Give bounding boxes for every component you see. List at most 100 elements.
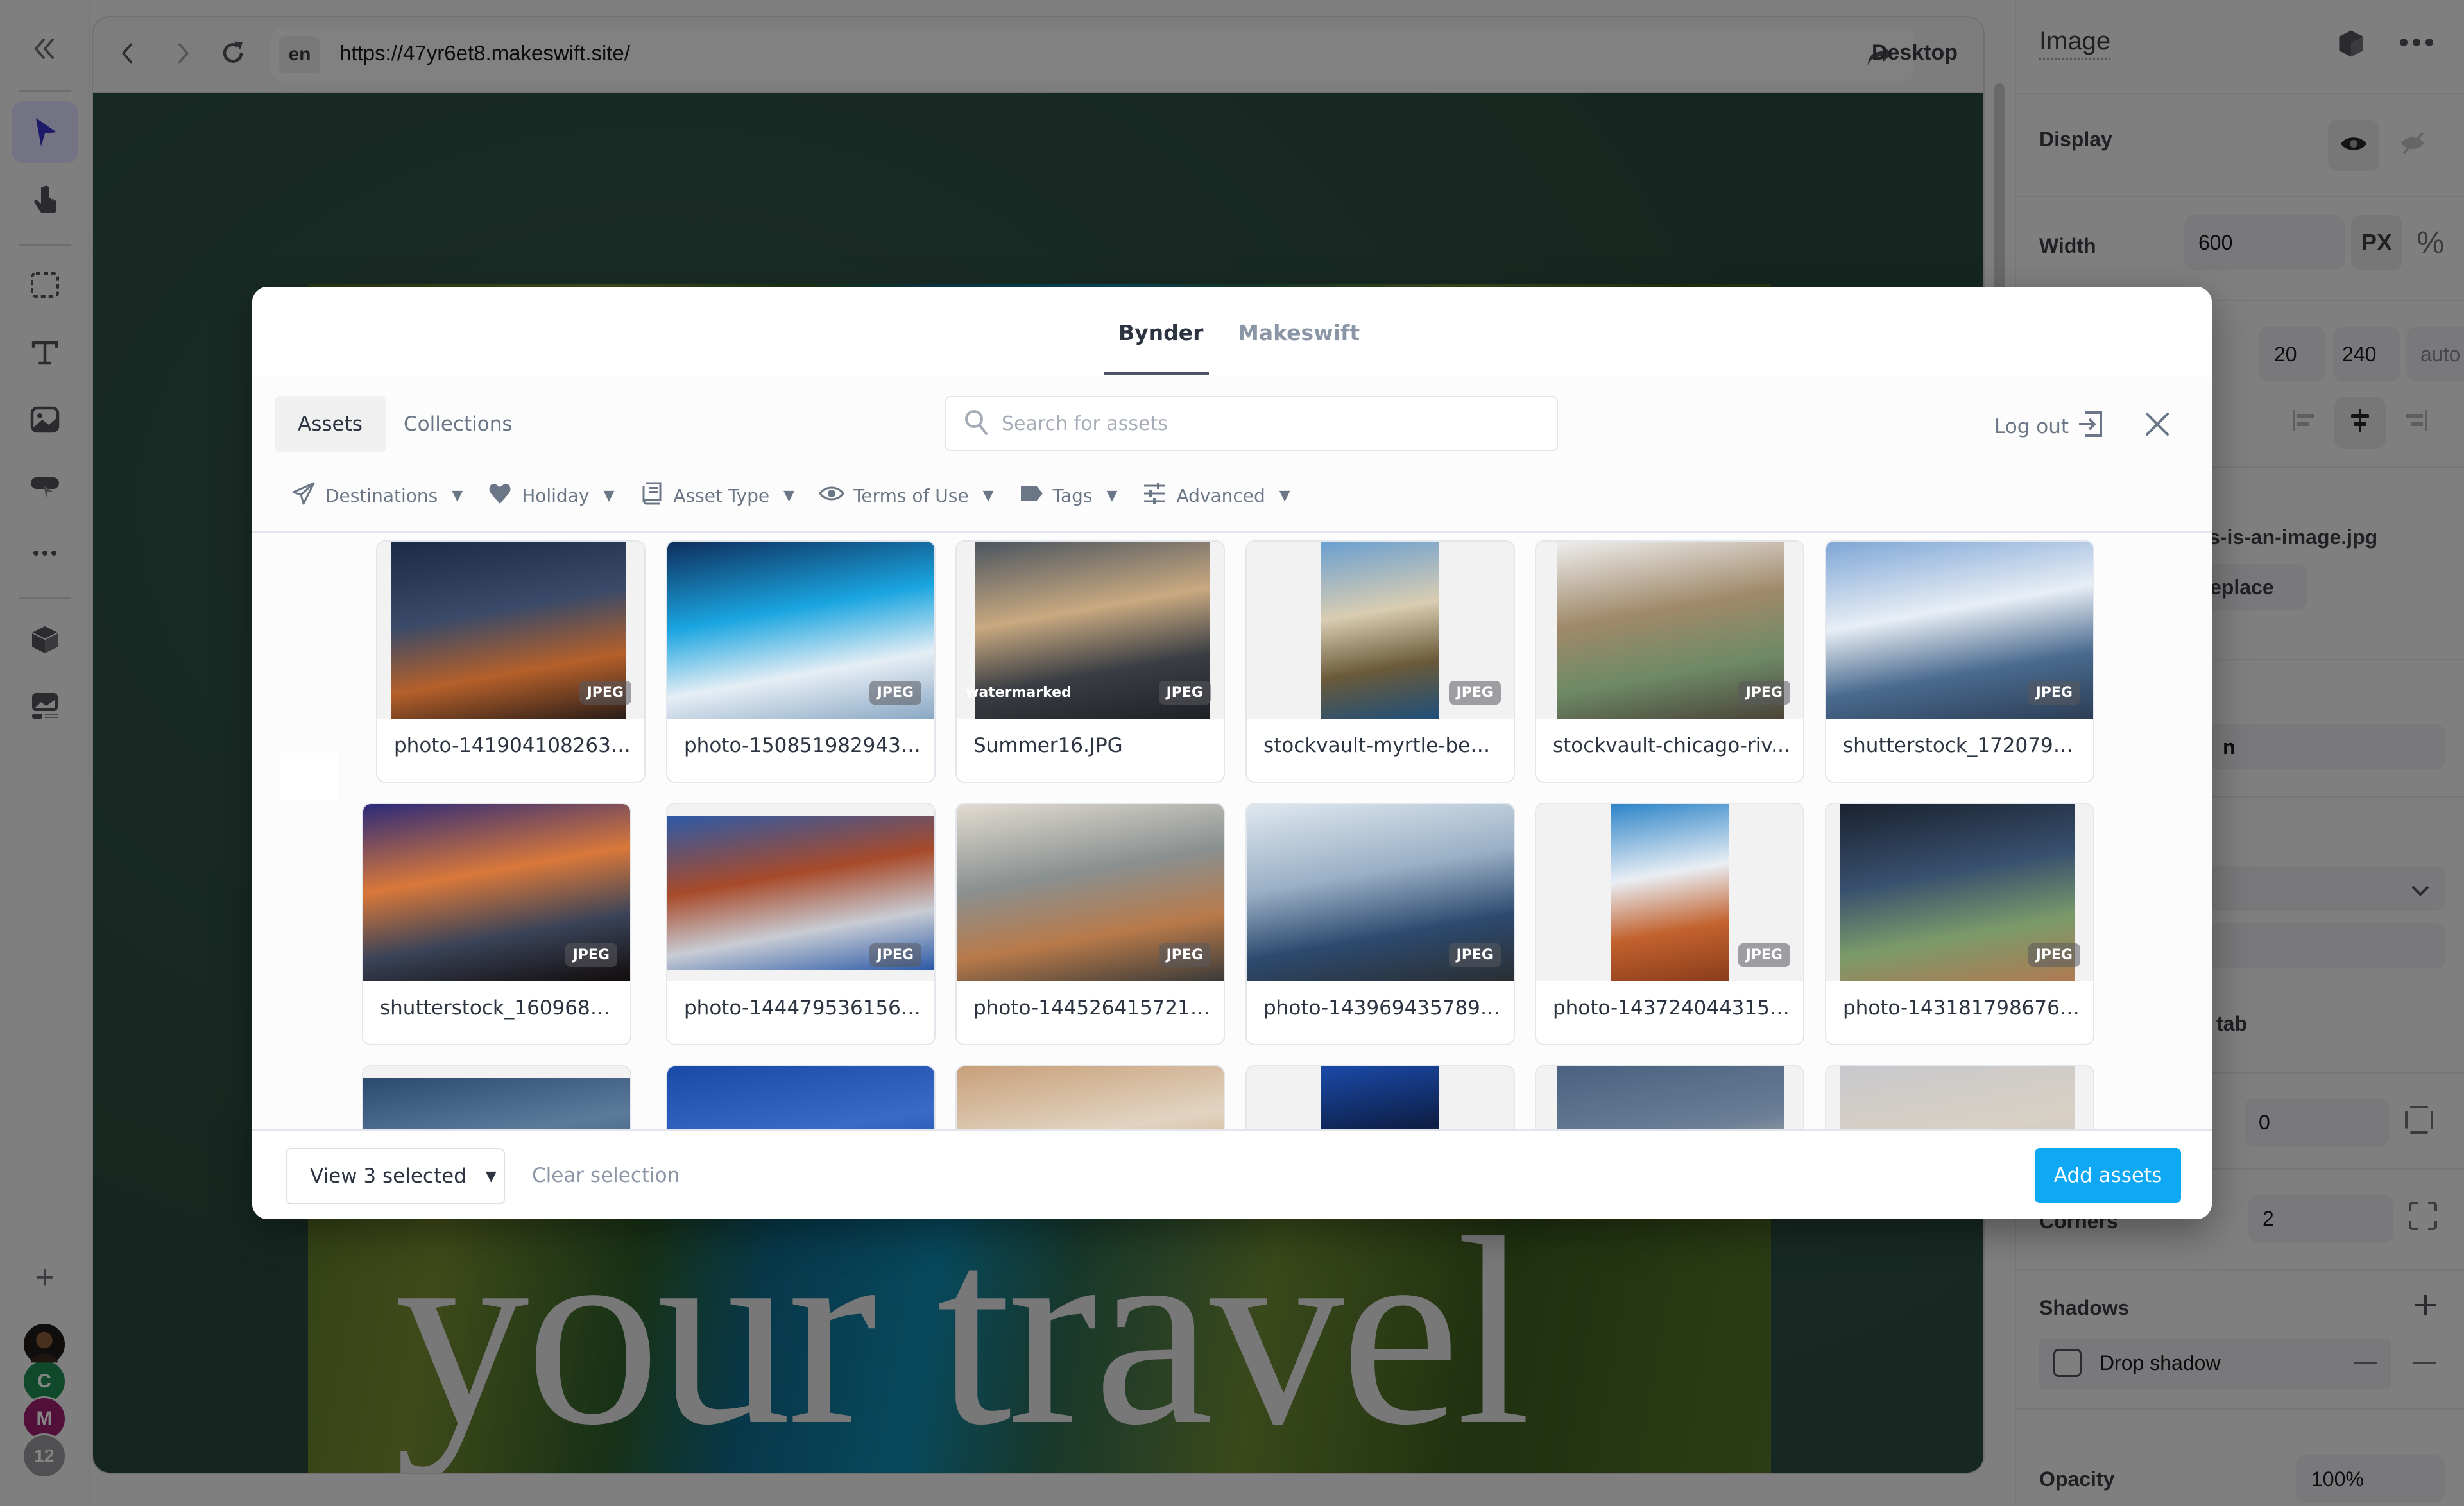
asset-browser: Assets Collections Log out Destinations▼…: [252, 377, 2212, 1129]
asset-name: shutterstock_1720798...: [1843, 734, 2080, 757]
file-type-badge: JPEG: [1448, 681, 1501, 705]
logout-button[interactable]: Log out: [1994, 410, 2105, 443]
search-input[interactable]: [1002, 412, 1528, 435]
caret-down-icon: ▼: [485, 1168, 497, 1185]
tab-collections[interactable]: Collections: [381, 396, 536, 452]
asset-picker-modal: Bynder Makeswift Assets Collections Log …: [252, 287, 2212, 1219]
view-selected-label: View 3 selected: [310, 1165, 466, 1188]
asset-thumbnail: [1826, 1066, 2093, 1129]
asset-thumbnail: JPEG: [377, 542, 644, 719]
asset-card[interactable]: JPEG shutterstock_1609682...: [362, 803, 631, 1045]
asset-thumbnail: watermarked JPEG: [957, 542, 1224, 719]
eye-icon: [819, 481, 844, 511]
asset-card[interactable]: [666, 1065, 936, 1129]
asset-card[interactable]: JPEG photo-1439694357897...: [1245, 803, 1515, 1045]
asset-thumbnail: [363, 1066, 630, 1129]
asset-card[interactable]: watermarked JPEG Summer16.JPG: [955, 540, 1225, 783]
asset-card[interactable]: [1535, 1065, 1804, 1129]
asset-name: stockvault-myrtle-bea...: [1263, 734, 1501, 757]
asset-name: photo-1431817986760...: [1843, 997, 2080, 1020]
file-type-badge: JPEG: [2028, 681, 2080, 705]
asset-card[interactable]: JPEG photo-1437240443155...: [1535, 803, 1804, 1045]
file-type-badge: JPEG: [869, 943, 921, 967]
tab-makeswift[interactable]: Makeswift: [1238, 320, 1360, 345]
asset-card[interactable]: [362, 1065, 631, 1129]
file-type-badge: JPEG: [579, 681, 631, 705]
source-tabs: Bynder Makeswift: [252, 287, 2212, 377]
modal-footer: View 3 selected ▼ Clear selection Add as…: [252, 1129, 2212, 1219]
file-type-badge: JPEG: [869, 681, 921, 705]
file-type-badge: JPEG: [2028, 943, 2080, 967]
asset-card[interactable]: JPEG stockvault-myrtle-bea...: [1245, 540, 1515, 783]
asset-image: [1839, 1066, 2075, 1129]
caret-down-icon: ▼: [603, 488, 615, 504]
asset-thumbnail: JPEG: [1247, 804, 1514, 981]
asset-name: photo-1508519829430...: [684, 734, 921, 757]
logout-label: Log out: [1994, 415, 2069, 438]
heart-icon: [487, 481, 513, 511]
book-icon: [638, 481, 664, 511]
caret-down-icon: ▼: [982, 488, 994, 504]
asset-card[interactable]: [955, 1065, 1225, 1129]
file-type-badge: JPEG: [1738, 681, 1790, 705]
filter-holiday[interactable]: Holiday ▼: [487, 481, 614, 511]
asset-thumbnail: JPEG: [363, 804, 630, 981]
asset-name: shutterstock_1609682...: [380, 997, 617, 1020]
asset-name: photo-1439694357897...: [1263, 997, 1501, 1020]
filter-destinations[interactable]: Destinations ▼: [291, 481, 463, 511]
asset-image: [1321, 1066, 1439, 1129]
asset-image: [957, 1066, 1224, 1129]
asset-card[interactable]: JPEG photo-1445264157214...: [955, 803, 1225, 1045]
asset-thumbnail: [1536, 1066, 1803, 1129]
asset-thumbnail: [667, 1066, 934, 1129]
asset-thumbnail: JPEG: [957, 804, 1224, 981]
add-assets-button[interactable]: Add assets: [2035, 1148, 2181, 1203]
filter-asset-type[interactable]: Asset Type ▼: [638, 481, 794, 511]
caret-down-icon: ▼: [1106, 488, 1118, 504]
asset-card[interactable]: [1825, 1065, 2094, 1129]
view-selected-dropdown[interactable]: View 3 selected ▼: [286, 1148, 505, 1204]
search-field[interactable]: [945, 396, 1558, 451]
asset-name: photo-1444795361566...: [684, 997, 921, 1020]
filter-advanced[interactable]: Advanced ▼: [1142, 481, 1290, 511]
file-type-badge: JPEG: [1158, 681, 1211, 705]
asset-thumbnail: JPEG: [1536, 542, 1803, 719]
file-type-badge: JPEG: [1158, 943, 1211, 967]
asset-thumbnail: [957, 1066, 1224, 1129]
close-icon[interactable]: [2142, 409, 2173, 440]
asset-name: photo-1437240443155...: [1553, 997, 1790, 1020]
logout-icon: [2076, 410, 2105, 443]
asset-image: [667, 1066, 934, 1129]
asset-thumbnail: JPEG: [667, 542, 934, 719]
filter-tags[interactable]: Tags ▼: [1018, 481, 1118, 511]
tab-bynder[interactable]: Bynder: [1118, 320, 1203, 345]
file-type-badge: JPEG: [1448, 943, 1501, 967]
active-tab-indicator: [1104, 372, 1209, 375]
file-type-badge: JPEG: [1738, 943, 1790, 967]
asset-card[interactable]: JPEG photo-1508519829430...: [666, 540, 936, 783]
caret-down-icon: ▼: [1279, 488, 1290, 504]
asset-thumbnail: JPEG: [1247, 542, 1514, 719]
tag-icon: [1018, 481, 1044, 511]
sliders-icon: [1142, 481, 1167, 511]
asset-card[interactable]: [1245, 1065, 1515, 1129]
asset-card[interactable]: JPEG photo-1431817986760...: [1825, 803, 2094, 1045]
file-type-badge: JPEG: [565, 943, 617, 967]
asset-card[interactable]: JPEG stockvault-chicago-riv...: [1535, 540, 1804, 783]
asset-card[interactable]: JPEG shutterstock_1720798...: [1825, 540, 2094, 783]
clear-selection-button[interactable]: Clear selection: [532, 1164, 680, 1187]
asset-image: [1557, 1066, 1784, 1129]
asset-grid: JPEG photo-1419041082630... JPEG photo-1508…: [252, 533, 2212, 1129]
tab-assets[interactable]: Assets: [275, 396, 386, 452]
asset-card[interactable]: JPEG photo-1444795361566...: [666, 803, 936, 1045]
asset-thumbnail: JPEG: [1826, 804, 2093, 981]
asset-thumbnail: JPEG: [1826, 542, 2093, 719]
asset-thumbnail: JPEG: [667, 804, 934, 981]
filter-terms-of-use[interactable]: Terms of Use ▼: [819, 481, 994, 511]
scroll-placeholder: [280, 753, 338, 801]
asset-card[interactable]: JPEG photo-1419041082630...: [376, 540, 646, 783]
filter-bar: Destinations ▼ Holiday ▼ Asset Type ▼ Terms…: [291, 481, 1290, 511]
asset-name: stockvault-chicago-riv...: [1553, 734, 1790, 757]
asset-image: [1611, 804, 1729, 981]
caret-down-icon: ▼: [452, 488, 463, 504]
